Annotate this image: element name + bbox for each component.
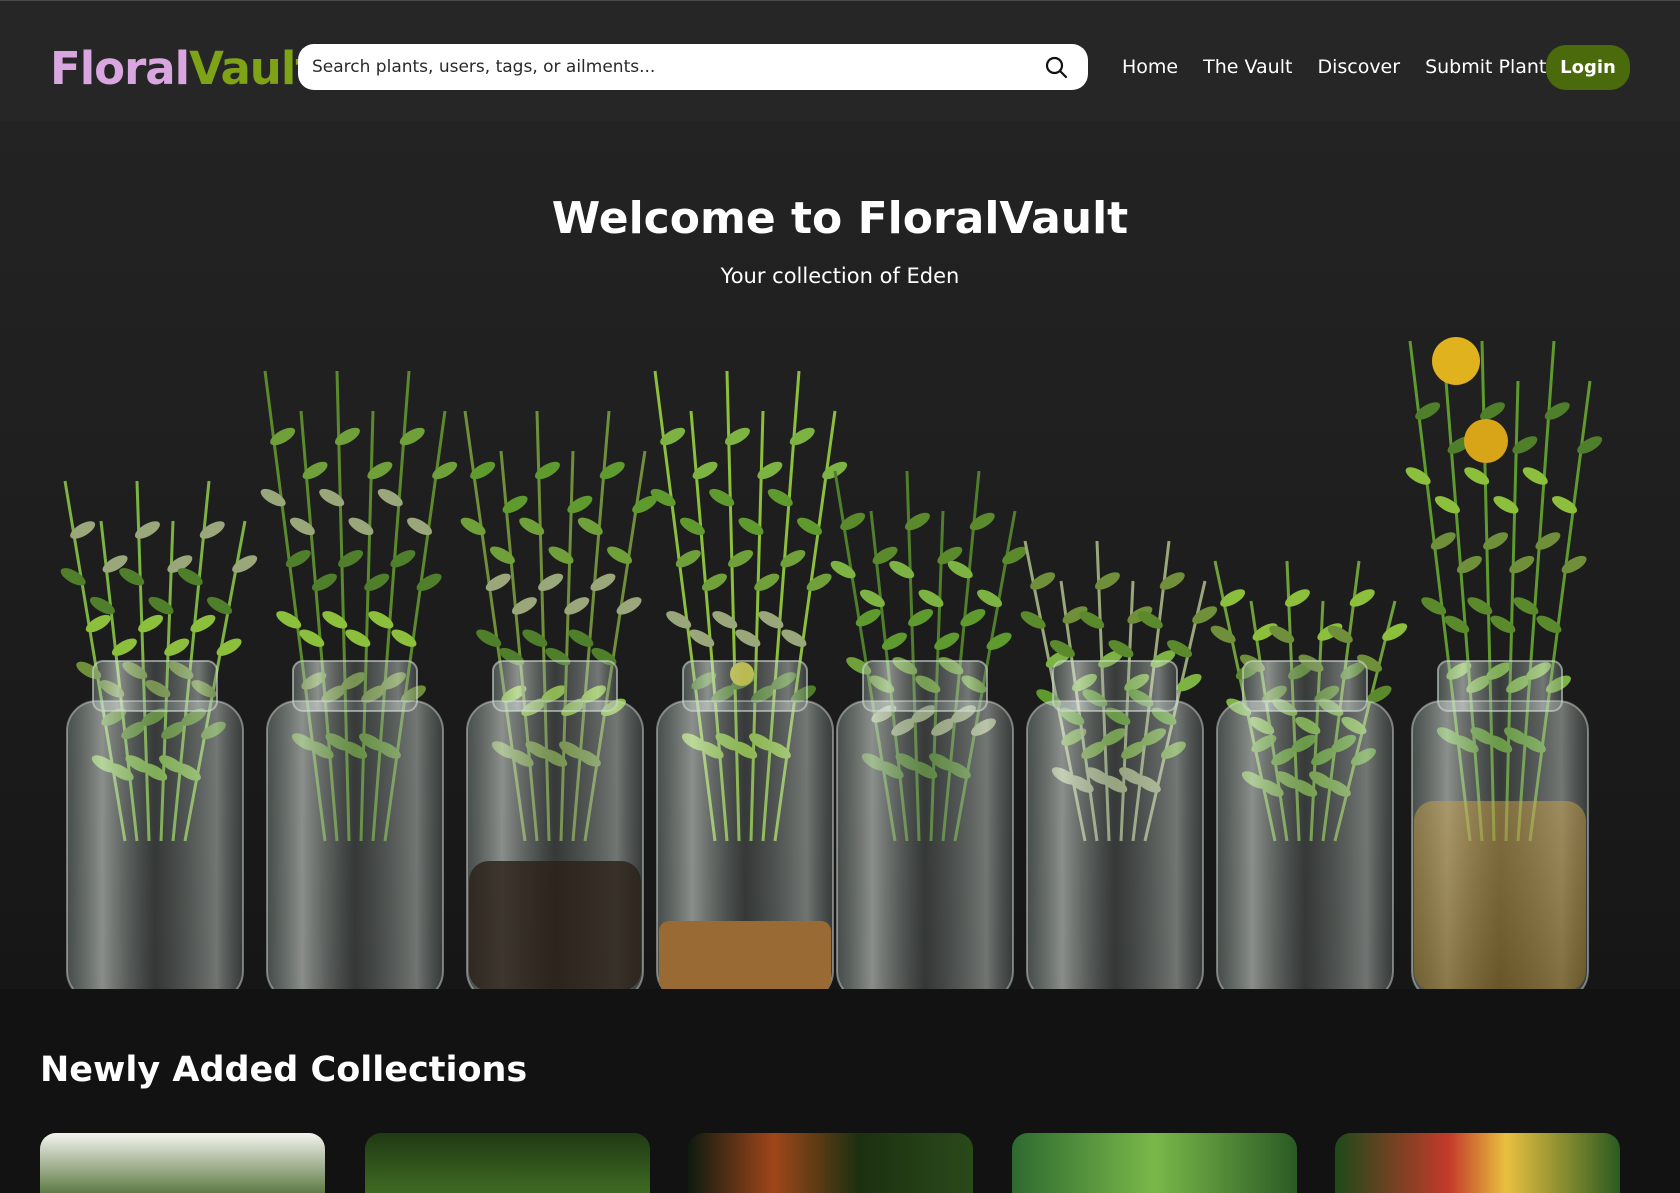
nav-submit-plant[interactable]: Submit Plant <box>1425 56 1546 78</box>
site-header: FloralVault Home The Vault Discover Subm… <box>0 1 1680 121</box>
collection-card[interactable] <box>688 1133 973 1193</box>
logo-vault: Vault <box>189 42 317 95</box>
collection-card[interactable] <box>1012 1133 1297 1193</box>
hero-herb-jars-image <box>60 337 1603 989</box>
nav-home[interactable]: Home <box>1122 56 1178 78</box>
main-nav: Home The Vault Discover Submit Plant <box>1122 44 1571 90</box>
collection-card[interactable] <box>40 1133 325 1193</box>
logo-floral: Floral <box>50 42 190 95</box>
collections-heading: Newly Added Collections <box>40 1050 528 1090</box>
search-bar <box>298 44 1088 90</box>
collection-card[interactable] <box>365 1133 650 1193</box>
hero-banner: Welcome to FloralVault Your collection o… <box>0 121 1680 989</box>
nav-discover[interactable]: Discover <box>1317 56 1400 78</box>
logo[interactable]: FloralVault <box>50 41 317 97</box>
search-icon[interactable] <box>1044 55 1068 79</box>
nav-the-vault[interactable]: The Vault <box>1203 56 1292 78</box>
hero-subtitle: Your collection of Eden <box>720 264 960 288</box>
login-button[interactable]: Login <box>1546 45 1630 90</box>
collections-grid <box>40 1133 1640 1193</box>
search-input[interactable] <box>312 44 1012 90</box>
collection-card[interactable] <box>1335 1133 1620 1193</box>
hero-title: Welcome to FloralVault <box>551 193 1129 244</box>
